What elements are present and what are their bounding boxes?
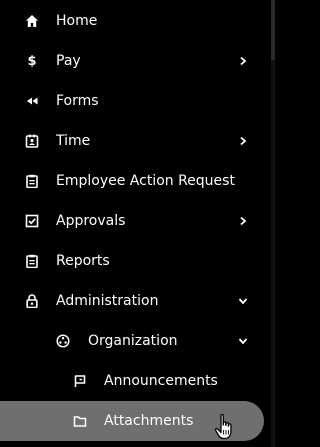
hand-pointer-cursor-icon (214, 413, 232, 440)
nav-item-organization[interactable]: Organization (0, 321, 265, 361)
home-icon (25, 14, 39, 28)
nav-item-forms[interactable]: Forms (0, 81, 265, 121)
nav-item-label: Reports (56, 253, 110, 269)
nav-item-label: Administration (56, 293, 159, 309)
dollar-icon: $ (27, 53, 37, 69)
sidebar-nav: Home $ Pay Forms Time Employee Action Re… (0, 0, 277, 447)
nav-item-label: Home (56, 13, 98, 29)
chevron-right-icon (240, 216, 247, 226)
nav-item-label: Forms (56, 93, 99, 109)
badge-icon (25, 134, 39, 148)
nav-item-label: Approvals (56, 213, 126, 229)
folder-icon (73, 414, 87, 428)
nav-item-label: Organization (88, 333, 178, 349)
scrollbar-thumb[interactable] (271, 0, 275, 60)
org-icon (56, 334, 70, 348)
chevron-right-icon (240, 136, 247, 146)
nav-item-time[interactable]: Time (0, 121, 265, 161)
rewind-icon (25, 94, 39, 108)
nav-item-label: Employee Action Request (56, 173, 235, 189)
chevron-right-icon (240, 56, 247, 66)
nav-item-label: Attachments (104, 413, 194, 429)
nav-item-label: Pay (56, 53, 81, 69)
lock-icon (25, 294, 39, 308)
nav-item-label: Announcements (104, 373, 218, 389)
nav-item-employee-action-request[interactable]: Employee Action Request (0, 161, 265, 201)
nav-item-label: Time (56, 133, 91, 149)
clipboard-icon (25, 254, 39, 268)
chevron-down-icon (238, 298, 248, 305)
nav-item-home[interactable]: Home (0, 1, 265, 41)
nav-item-approvals[interactable]: Approvals (0, 201, 265, 241)
clipboard-icon (25, 174, 39, 188)
nav-item-reports[interactable]: Reports (0, 241, 265, 281)
flag-icon (73, 374, 87, 388)
nav-item-announcements[interactable]: Announcements (0, 361, 265, 401)
nav-item-administration[interactable]: Administration (0, 281, 265, 321)
checkbox-icon (25, 214, 39, 228)
scrollbar-track[interactable] (271, 0, 275, 447)
nav-item-pay[interactable]: $ Pay (0, 41, 265, 81)
chevron-down-icon (238, 338, 248, 345)
